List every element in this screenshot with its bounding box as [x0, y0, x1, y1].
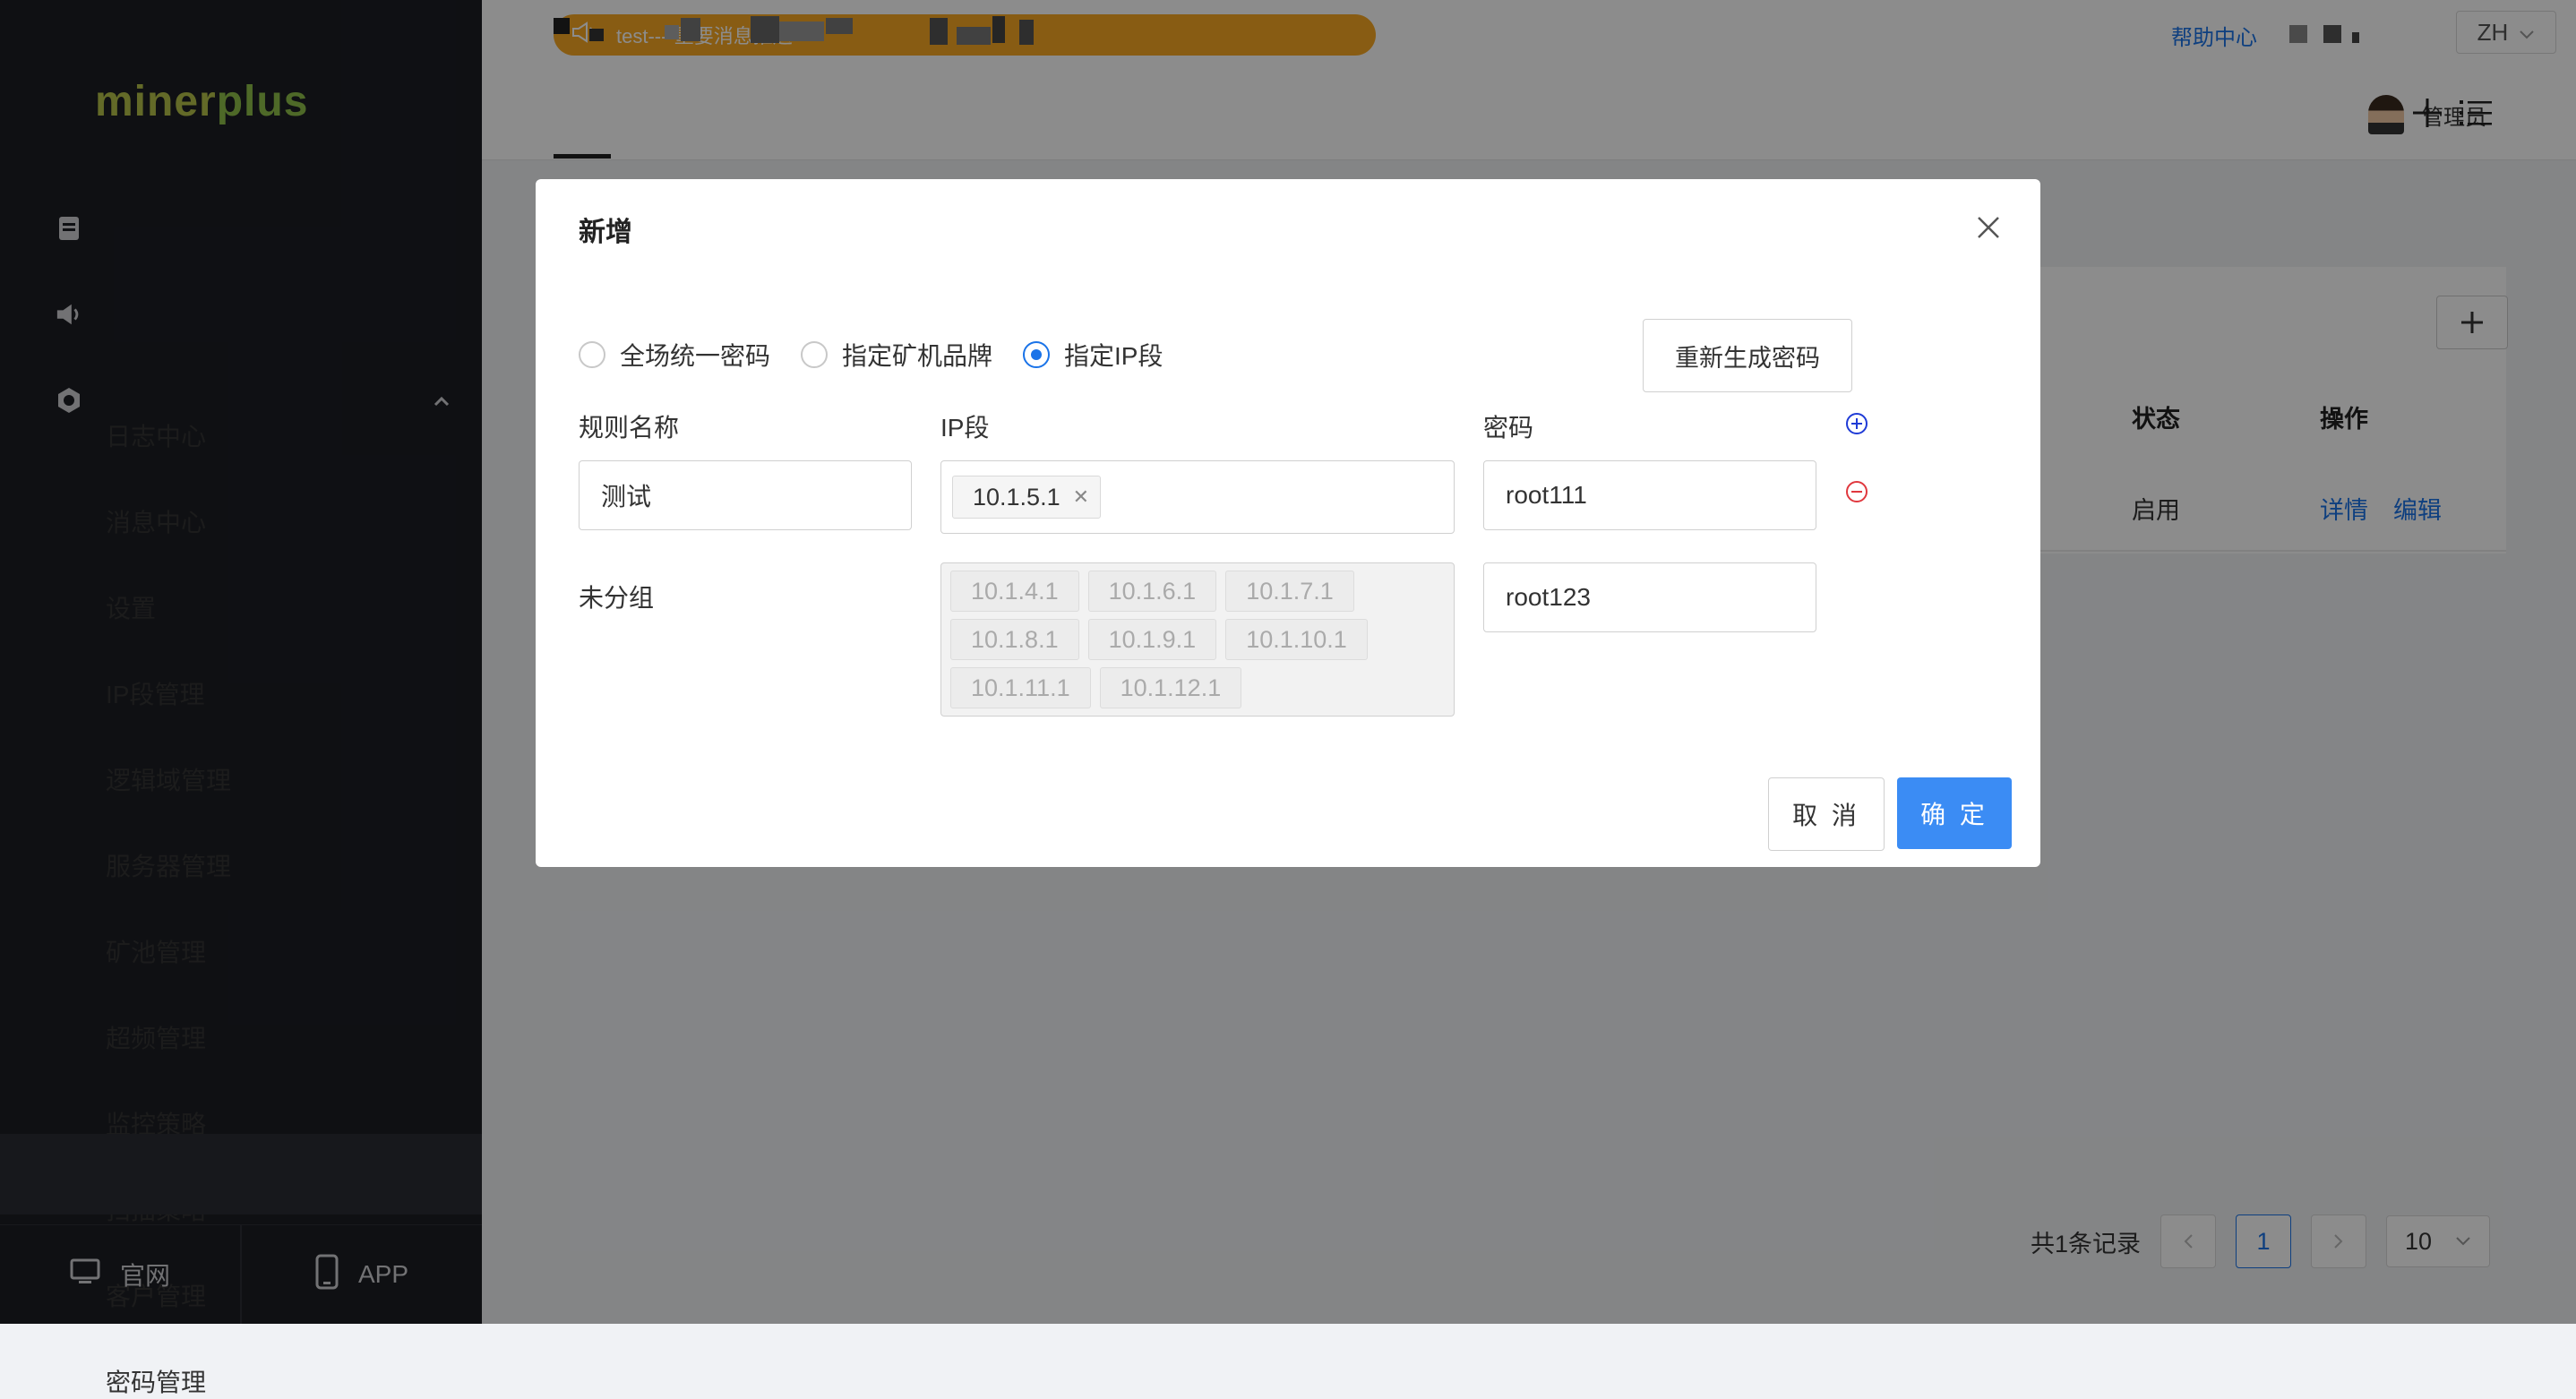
- ungrouped-ip-tag: 10.1.12.1: [1099, 667, 1242, 708]
- tag-close-icon[interactable]: ✕: [1073, 485, 1089, 509]
- radio-unified-password[interactable]: 全场统一密码: [579, 337, 770, 373]
- password-label: 密码: [1483, 414, 1534, 442]
- radio-ip-segment[interactable]: 指定IP段: [1023, 337, 1163, 373]
- regenerate-password-button[interactable]: 重新生成密码: [1643, 319, 1852, 392]
- ip-tag: 10.1.5.1 ✕: [952, 476, 1102, 519]
- rule-name-label: 规则名称: [579, 414, 680, 442]
- dialog-title: 新增: [579, 218, 632, 247]
- ungrouped-ip-tag: 10.1.6.1: [1087, 571, 1217, 612]
- ungrouped-ip-tag: 10.1.7.1: [1225, 571, 1354, 612]
- radio-brand[interactable]: 指定矿机品牌: [801, 337, 992, 373]
- ip-tag-label: 10.1.5.1: [973, 483, 1060, 511]
- close-icon[interactable]: [1976, 215, 2001, 240]
- add-rule-dialog: 新增 全场统一密码 指定矿机品牌 指定IP段 重新生成密码 规则名称 IP段 密…: [536, 179, 2040, 867]
- ip-segment-select[interactable]: 10.1.5.1 ✕: [940, 460, 1455, 534]
- password-input[interactable]: root111: [1483, 460, 1816, 530]
- confirm-button[interactable]: 确 定: [1897, 777, 2012, 849]
- radio-circle: [579, 341, 605, 368]
- rule-name-input[interactable]: 测试: [579, 460, 912, 530]
- ungrouped-ip-tag: 10.1.9.1: [1087, 619, 1217, 660]
- radio-label: 全场统一密码: [620, 342, 771, 370]
- radio-circle: [801, 341, 829, 368]
- ungrouped-password-input[interactable]: root123: [1483, 562, 1816, 632]
- cancel-button[interactable]: 取 消: [1768, 777, 1885, 851]
- remove-circle-icon[interactable]: [1845, 480, 1868, 503]
- ungrouped-ip-tag: 10.1.4.1: [950, 571, 1079, 612]
- radio-label: 指定IP段: [1064, 342, 1163, 370]
- ungrouped-label: 未分组: [579, 584, 655, 612]
- radio-circle-checked: [1023, 341, 1051, 368]
- radio-label: 指定矿机品牌: [842, 342, 993, 370]
- sidebar-item-label: 密码管理: [106, 1369, 207, 1396]
- rule-type-radio-group: 全场统一密码 指定矿机品牌 指定IP段: [579, 337, 1163, 373]
- ungrouped-ip-tag: 10.1.8.1: [950, 619, 1079, 660]
- ip-segment-label: IP段: [940, 414, 990, 442]
- ungrouped-ip-list: 10.1.4.1 10.1.6.1 10.1.7.1 10.1.8.1 10.1…: [940, 562, 1455, 717]
- add-circle-icon[interactable]: [1845, 412, 1868, 435]
- ungrouped-ip-tag: 10.1.11.1: [950, 667, 1091, 708]
- ungrouped-ip-tag: 10.1.10.1: [1225, 619, 1368, 660]
